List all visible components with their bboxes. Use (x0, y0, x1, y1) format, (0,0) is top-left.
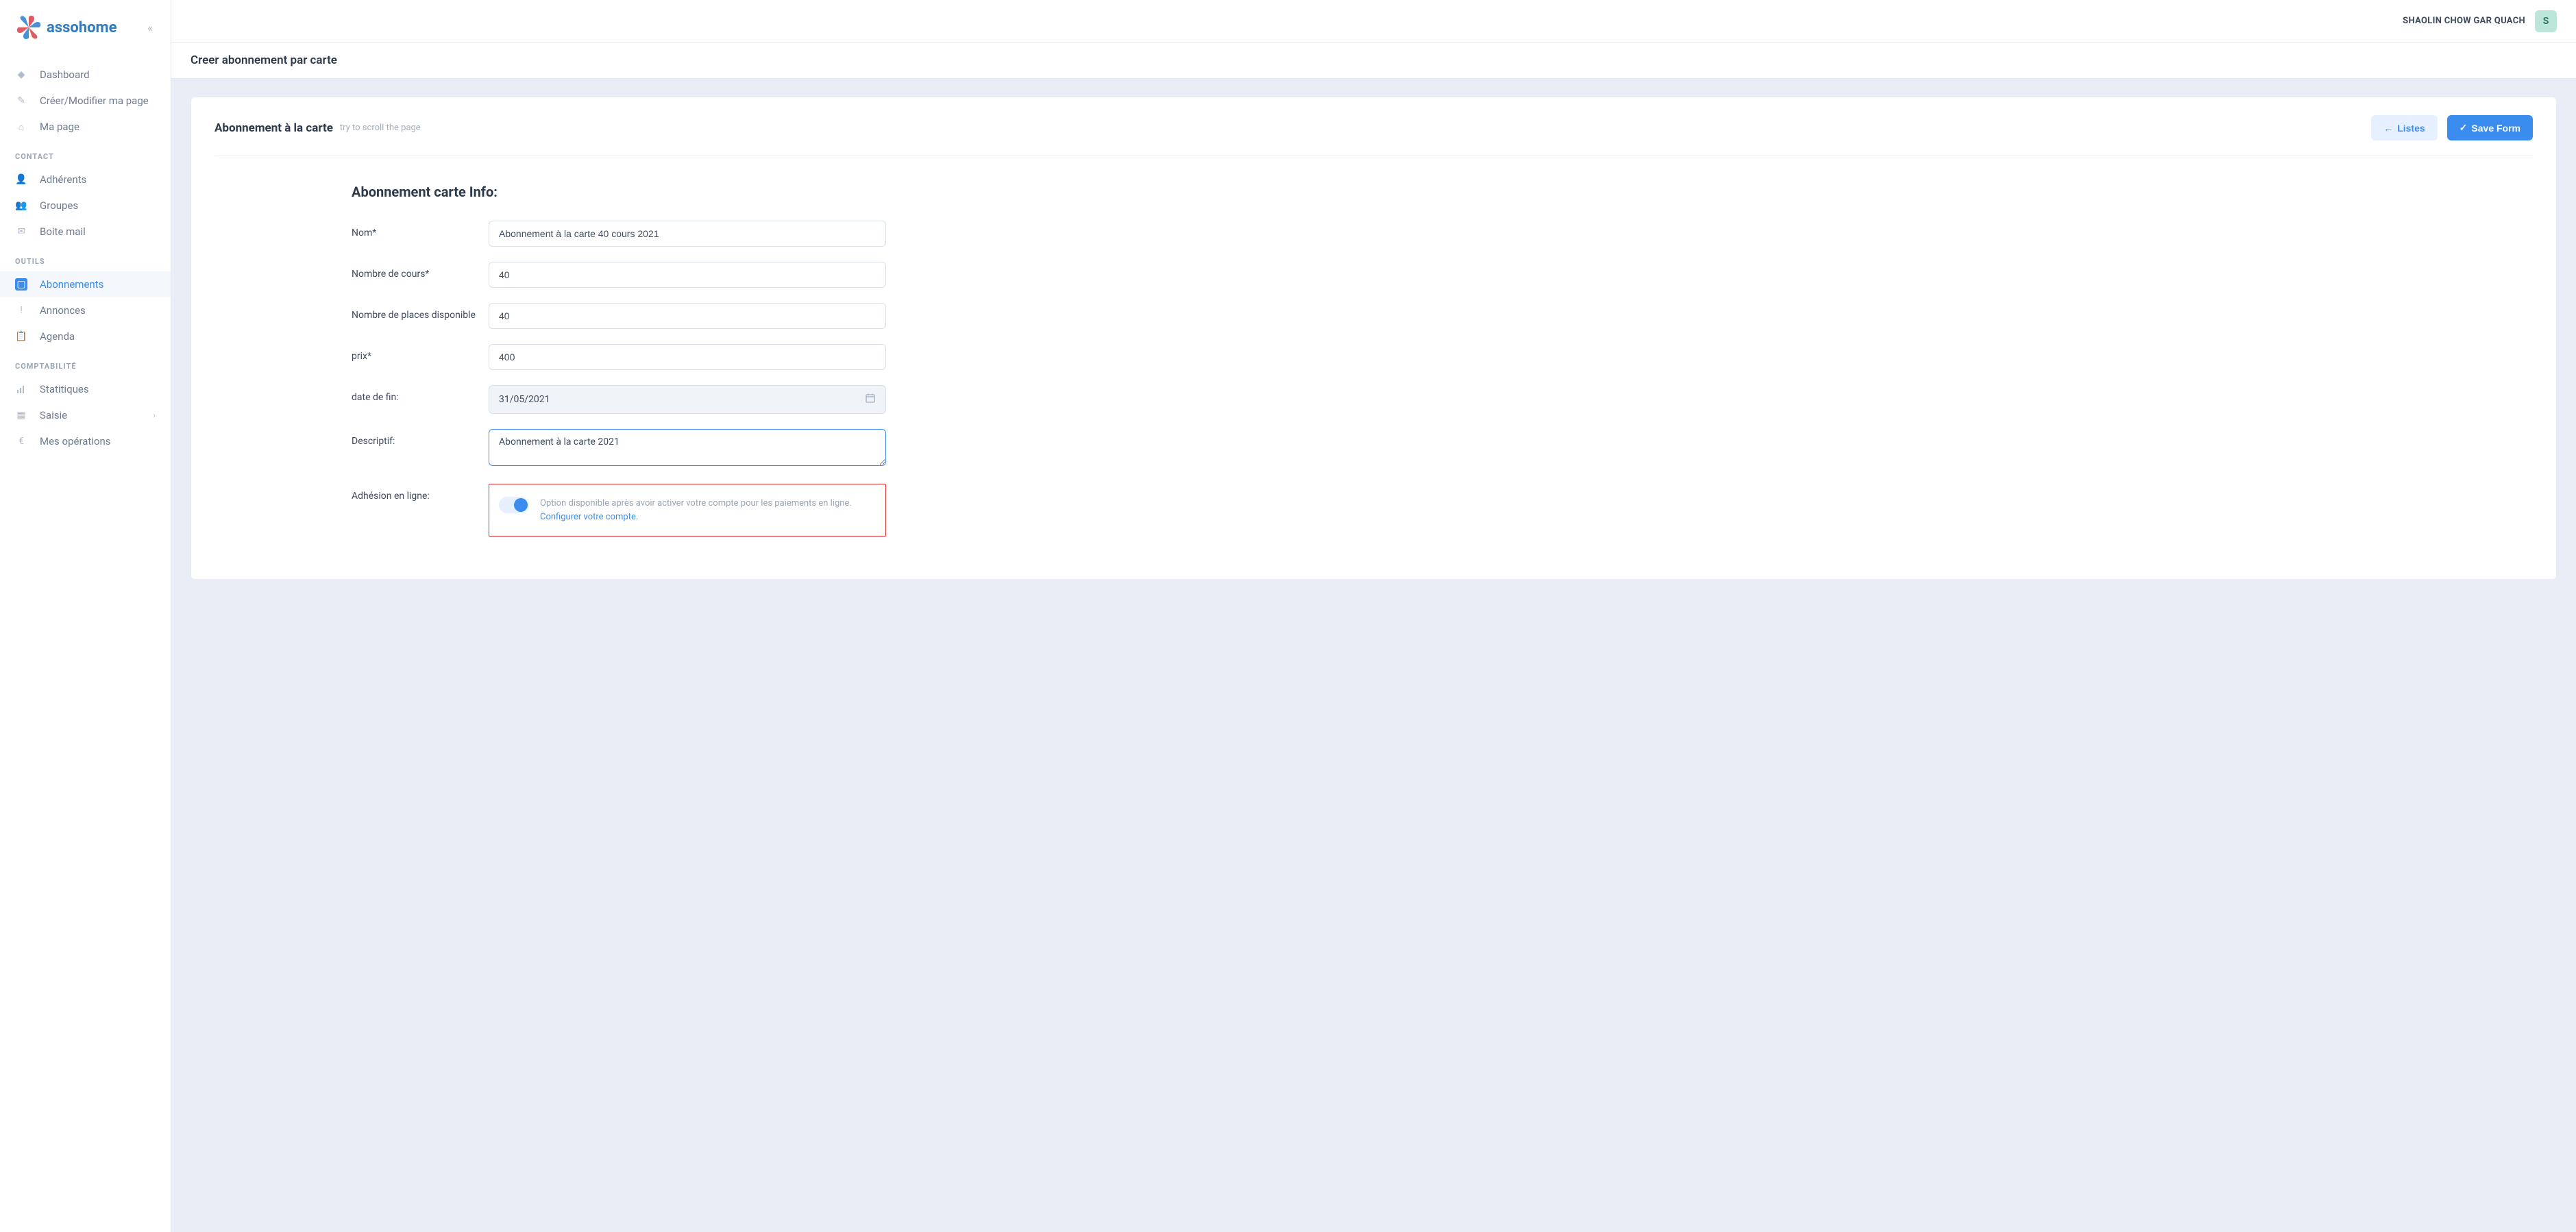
calendar-icon (865, 393, 876, 406)
label-date-fin: date de fin: (352, 385, 489, 403)
label-nom: Nom* (352, 221, 489, 238)
sidebar-item-label: Ma page (40, 121, 79, 133)
listes-button[interactable]: ← Listes (2371, 115, 2437, 140)
chevron-right-icon: › (153, 410, 156, 420)
page-title: Creer abonnement par carte (191, 53, 337, 67)
calculator-icon: ▦ (15, 409, 27, 421)
content: Abonnement à la carte try to scroll the … (171, 79, 2576, 1232)
configure-account-link[interactable]: Configurer votre compte. (540, 512, 638, 522)
section-label-outils: OUTILS (0, 245, 171, 271)
card-header: Abonnement à la carte try to scroll the … (214, 115, 2533, 156)
sidebar-item-label: Abonnements (40, 278, 103, 291)
sidebar-item-annonces[interactable]: ! Annonces (0, 297, 171, 323)
label-prix: prix* (352, 344, 489, 362)
sidebar-item-dashboard[interactable]: ◆ Dashboard (0, 62, 171, 88)
section-label-contact: CONTACT (0, 140, 171, 167)
people-icon: 👥 (15, 199, 27, 212)
sidebar-item-operations[interactable]: € Mes opérations (0, 428, 171, 454)
sidebar-item-label: Mes opérations (40, 435, 111, 447)
clipboard-icon: 📋 (15, 330, 27, 343)
sidebar-item-label: Statitiques (40, 383, 89, 395)
adhesion-toggle[interactable] (499, 497, 529, 513)
card-subtitle: try to scroll the page (340, 123, 421, 133)
avatar-initial: S (2543, 16, 2549, 27)
sidebar-item-label: Groupes (40, 199, 78, 212)
logo-area: assohome « (0, 0, 171, 55)
sidebar-item-label: Agenda (40, 330, 75, 343)
logo[interactable]: assohome (14, 12, 116, 42)
label-nb-places: Nombre de places disponible (352, 303, 489, 321)
logo-mark-icon (14, 12, 44, 42)
sidebar-item-stats[interactable]: Statitiques (0, 376, 171, 402)
main: SHAOLIN CHOW GAR QUACH S Creer abonnemen… (171, 0, 2576, 1232)
card-actions: ← Listes ✓ Save Form (2371, 115, 2533, 140)
input-nb-places[interactable] (489, 303, 886, 329)
sidebar-item-label: Adhérents (40, 173, 86, 186)
label-descriptif: Descriptif: (352, 429, 489, 447)
alert-icon: ! (15, 304, 27, 317)
date-fin-value: 31/05/2021 (499, 394, 865, 405)
save-form-button[interactable]: ✓ Save Form (2447, 115, 2533, 140)
sidebar-item-label: Saisie (40, 409, 67, 421)
mail-icon: ✉ (15, 225, 27, 238)
check-icon: ✓ (2460, 122, 2468, 134)
note-prefix: Option disponible après avoir activer vo… (540, 498, 852, 508)
form-section-title: Abonnement carte Info: (352, 184, 886, 200)
input-date-fin[interactable]: 31/05/2021 (489, 385, 886, 414)
row-nom: Nom* (352, 221, 886, 247)
input-descriptif[interactable] (489, 429, 886, 466)
dashboard-icon: ◆ (15, 69, 27, 81)
row-nb-cours: Nombre de cours* (352, 262, 886, 288)
card-icon: ▢ (15, 278, 27, 291)
page-title-bar: Creer abonnement par carte (171, 42, 2576, 79)
row-date-fin: date de fin: 31/05/2021 (352, 385, 886, 414)
label-adhesion: Adhésion en ligne: (352, 484, 489, 502)
nav: ◆ Dashboard ✎ Créer/Modifier ma page ⌂ M… (0, 55, 171, 461)
sidebar-item-adherents[interactable]: 👤 Adhérents (0, 167, 171, 193)
section-label-compta: COMPTABILITÉ (0, 349, 171, 376)
euro-icon: € (15, 435, 27, 447)
pencil-icon: ✎ (15, 95, 27, 107)
save-form-button-label: Save Form (2471, 123, 2520, 134)
form-wrap: Abonnement carte Info: Nom* Nombre de co… (352, 184, 886, 537)
sidebar-item-edit-page[interactable]: ✎ Créer/Modifier ma page (0, 88, 171, 114)
person-icon: 👤 (15, 173, 27, 186)
sidebar-item-label: Boite mail (40, 225, 86, 238)
sidebar-item-mail[interactable]: ✉ Boite mail (0, 219, 171, 245)
sidebar-item-my-page[interactable]: ⌂ Ma page (0, 114, 171, 140)
avatar[interactable]: S (2535, 10, 2557, 32)
row-descriptif: Descriptif: (352, 429, 886, 469)
brand-text: assohome (47, 19, 116, 36)
card-title: Abonnement à la carte (214, 121, 333, 135)
sidebar-collapse-button[interactable]: « (143, 21, 157, 34)
input-prix[interactable] (489, 344, 886, 370)
arrow-left-icon: ← (2383, 123, 2393, 134)
input-nom[interactable] (489, 221, 886, 247)
row-nb-places: Nombre de places disponible (352, 303, 886, 329)
home-icon: ⌂ (15, 121, 27, 133)
sidebar-item-agenda[interactable]: 📋 Agenda (0, 323, 171, 349)
sidebar-item-abonnements[interactable]: ▢ Abonnements (0, 271, 171, 297)
adhesion-note: Option disponible après avoir activer vo… (540, 497, 876, 523)
sidebar-item-label: Dashboard (40, 69, 90, 81)
sidebar-item-groupes[interactable]: 👥 Groupes (0, 193, 171, 219)
row-adhesion: Adhésion en ligne: Option disponible apr… (352, 484, 886, 537)
input-nb-cours[interactable] (489, 262, 886, 288)
row-prix: prix* (352, 344, 886, 370)
listes-button-label: Listes (2397, 123, 2425, 134)
sidebar-item-saisie[interactable]: ▦ Saisie › (0, 402, 171, 428)
label-nb-cours: Nombre de cours* (352, 262, 489, 280)
sidebar-item-label: Annonces (40, 304, 86, 317)
org-name: SHAOLIN CHOW GAR QUACH (2403, 16, 2525, 26)
sidebar-item-label: Créer/Modifier ma page (40, 95, 149, 107)
chart-icon (15, 383, 27, 395)
form-card: Abonnement à la carte try to scroll the … (191, 97, 2557, 580)
topbar: SHAOLIN CHOW GAR QUACH S (171, 0, 2576, 42)
sidebar: assohome « ◆ Dashboard ✎ Créer/Modifier … (0, 0, 171, 1232)
toggle-knob (514, 498, 528, 512)
adhesion-highlight: Option disponible après avoir activer vo… (489, 484, 886, 537)
